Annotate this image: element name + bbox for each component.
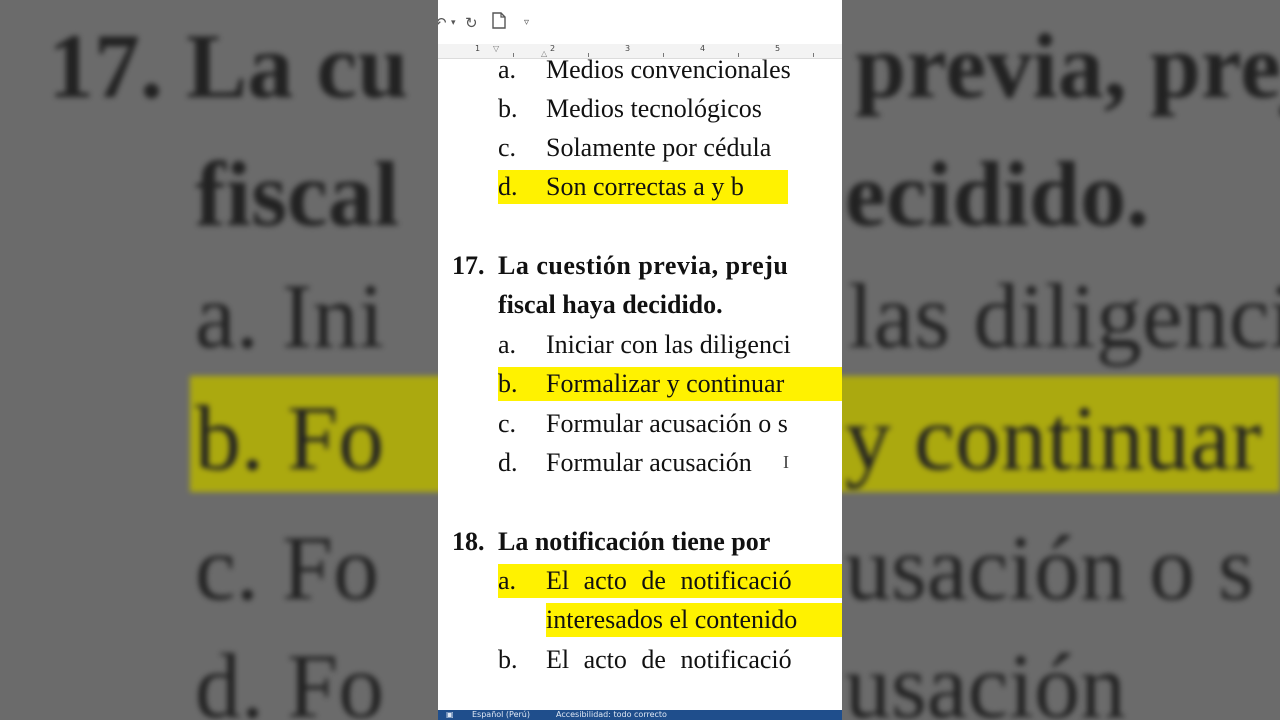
document-page[interactable]: a. Medios convencionales b. Medios tecno… (438, 58, 842, 694)
status-bar-strip: ▣ Español (Perú) Accesibilidad: todo cor… (438, 710, 842, 720)
list-item-continuation: interesados el contenido (438, 605, 842, 635)
list-item-correct: a. El acto de notificació (438, 566, 842, 596)
undo-dropdown-icon[interactable]: ▾ (451, 18, 456, 28)
background-opt-d-right: usación (845, 635, 1127, 720)
option-letter: b. (498, 94, 518, 123)
option-letter: c. (498, 409, 517, 438)
option-letter: a. (498, 58, 517, 84)
question-17: 17. La cuestión previa, preju (438, 251, 842, 281)
list-item-correct: b. Formalizar y continuar (438, 369, 842, 399)
option-text: El acto de notificació (546, 566, 792, 595)
list-item-correct: d. Son correctas a y b (438, 172, 842, 202)
quick-access-toolbar: ↶ ▾ ↻ ▿ (438, 0, 842, 44)
background-opt-d: d. Fo (195, 635, 385, 720)
list-item: a. Medios convencionales (438, 58, 842, 85)
background-opt-b-right: y continuar (845, 387, 1262, 489)
question-text: La cuestión previa, preju (498, 251, 789, 280)
ruler-number: 3 (625, 44, 631, 53)
list-item: b. Medios tecnológicos (438, 94, 842, 124)
option-letter: c. (498, 133, 517, 162)
mouse-cursor-icon: I (783, 452, 789, 472)
option-text: interesados el contenido (546, 605, 798, 634)
customize-qat-icon[interactable]: ▿ (524, 17, 529, 28)
list-item: d. Formular acusación (438, 448, 842, 478)
document-icon[interactable] (492, 12, 506, 33)
page-view-icon[interactable]: ▣ (446, 710, 454, 719)
ruler-tick (663, 53, 664, 57)
question-18: 18. La notificación tiene por (438, 527, 842, 557)
list-item: b. El acto de notificació (438, 645, 842, 675)
accessibility-status[interactable]: Accesibilidad: todo correcto (556, 710, 667, 719)
status-bar: ▣ Español (Perú) Accesibilidad: todo cor… (438, 694, 842, 720)
list-item: a. Iniciar con las diligenci (438, 330, 842, 360)
background-q17-line2: fiscal (195, 143, 400, 245)
ruler-tick (813, 53, 814, 57)
hanging-indent-marker[interactable]: △ (541, 49, 547, 58)
background-opt-a-right: las diligenci (848, 265, 1280, 367)
list-item: c. Formular acusación o s (438, 409, 842, 439)
option-text: Formular acusación (546, 448, 752, 477)
background-opt-b: b. Fo (195, 387, 385, 489)
question-text: fiscal haya decidido. (498, 290, 723, 319)
ruler-tick (513, 53, 514, 57)
option-text: Iniciar con las diligenci (546, 330, 791, 359)
redo-icon[interactable]: ↻ (465, 14, 478, 32)
horizontal-ruler[interactable]: ▽ 1 2 3 4 5 △ (438, 44, 842, 59)
option-text: Formular acusación o s (546, 409, 788, 438)
first-line-indent-marker[interactable]: ▽ (493, 44, 499, 53)
option-letter: a. (498, 566, 517, 595)
word-window: ↶ ▾ ↻ ▿ ▽ 1 2 3 4 5 △ a. Medios convenci… (438, 0, 842, 720)
option-text: Medios convencionales (546, 58, 791, 84)
ruler-tick (738, 53, 739, 57)
undo-icon[interactable]: ↶ (438, 14, 447, 32)
list-item: c. Solamente por cédula (438, 133, 842, 163)
ruler-tick (588, 53, 589, 57)
question-17-line2: fiscal haya decidido. (438, 290, 842, 320)
background-opt-c-right: usación o s (845, 517, 1254, 619)
question-number: 18. (452, 527, 485, 556)
option-text: Solamente por cédula (546, 133, 772, 162)
ruler-number: 1 (475, 44, 481, 53)
option-text: Son correctas a y b (546, 172, 744, 201)
option-text: Formalizar y continuar (546, 369, 785, 398)
background-q17-line1: 17. La cu (48, 15, 409, 117)
background-q17-line2-right: ecidido. (845, 143, 1150, 245)
option-letter: a. (498, 330, 517, 359)
background-q17-line1-right: previa, preju (855, 15, 1280, 117)
option-text: El acto de notificació (546, 645, 792, 674)
ruler-number: 5 (775, 44, 781, 53)
ruler-number: 2 (550, 44, 556, 53)
ruler-number: 4 (700, 44, 706, 53)
option-letter: b. (498, 645, 518, 674)
option-text: Medios tecnológicos (546, 94, 762, 123)
option-letter: d. (498, 448, 518, 477)
question-number: 17. (452, 251, 485, 280)
question-text: La notificación tiene por (498, 527, 771, 556)
option-letter: b. (498, 369, 518, 398)
background-opt-a: a. Ini (195, 265, 385, 367)
language-status[interactable]: Español (Perú) (472, 710, 530, 719)
option-letter: d. (498, 172, 518, 201)
background-opt-c: c. Fo (195, 517, 379, 619)
